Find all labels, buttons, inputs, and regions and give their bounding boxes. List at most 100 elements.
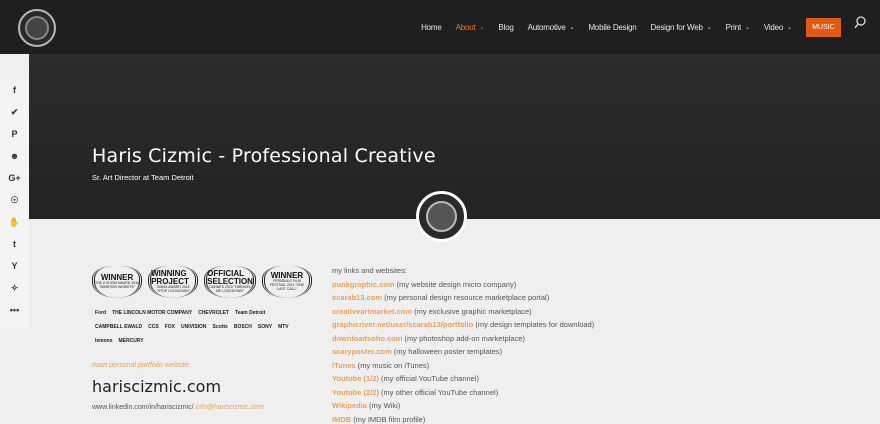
client-logo: Scotts — [212, 324, 228, 330]
social-share-sidebar: f ✔ P ☻ G+ ☉ ✋ t Y ✧ ••• — [0, 79, 29, 329]
link-row: IMDB (my IMDB film profile) — [332, 413, 594, 424]
twitter-icon[interactable]: ✔ — [0, 101, 29, 123]
website-link[interactable]: IMDB — [332, 415, 351, 424]
website-link[interactable]: iTunes — [332, 361, 356, 370]
website-link[interactable]: scarab13.com — [332, 293, 382, 302]
nav-item-label: Mobile Design — [588, 22, 637, 32]
award-laurels: WINNER THE 8 SHOW AWARD 2016 "WARRIOR WEB… — [92, 266, 313, 298]
nav-item-print[interactable]: Print ⌄ — [726, 23, 750, 32]
website-link[interactable]: downloadsoho.com — [332, 334, 402, 343]
nav-item-label: Blog — [498, 22, 514, 32]
website-link[interactable]: punkgraphic.com — [332, 280, 395, 289]
top-navigation-bar: Home About ⌄ Blog Automotive ⌄ Mobile Design De… — [0, 0, 880, 54]
website-link[interactable]: creativeartmarket.com — [332, 307, 412, 316]
client-logo: BOSCH — [233, 324, 252, 330]
nav-item-home[interactable]: Home — [421, 23, 442, 32]
link-row: Youtube (1/2) (my official YouTube chann… — [332, 372, 594, 386]
facebook-icon[interactable]: f — [0, 79, 29, 101]
website-link[interactable]: graphicriver.net/user/scarab13/portfolio — [332, 320, 473, 329]
award-laurel: WINNER FERNDALE FILM FESTIVAL 2011 "ONE L… — [261, 266, 313, 298]
client-logo: CCS — [148, 324, 159, 330]
award-title: OFFICIAL SELECTION — [207, 269, 253, 287]
portfolio-site-title[interactable]: hariscizmic.com — [92, 377, 221, 396]
link-row: graphicriver.net/user/scarab13/portfolio… — [332, 318, 594, 332]
link-row: punkgraphic.com (my website design micro… — [332, 278, 594, 292]
chevron-down-icon: ⌄ — [706, 24, 712, 31]
website-link[interactable]: Youtube (2/2) — [332, 388, 379, 397]
contact-line: www.linkedin.com/in/hariscizmic/ info@ha… — [92, 404, 264, 411]
nav-item-label: Design for Web — [650, 22, 703, 32]
link-description: (my official YouTube channel) — [378, 374, 480, 383]
client-logo: Team Detroit — [235, 310, 266, 316]
link-row: creativeartmarket.com (my exclusive grap… — [332, 305, 594, 319]
award-caption: THE 8 SHOW AWARD 2016 "WARRIOR WEBSITE" — [95, 281, 140, 289]
chevron-down-icon: ⌄ — [787, 24, 792, 31]
tumblr-icon[interactable]: t — [0, 233, 29, 255]
client-logos: Ford THE LINCOLN MOTOR COMPANY CHEVROLET Te… — [95, 310, 305, 346]
link-row: downloadsoho.com (my photoshop add-on ma… — [332, 332, 594, 346]
link-description: (my photoshop add-on marketplace) — [402, 333, 526, 343]
nav-item-mobile-design[interactable]: Mobile Design — [588, 23, 636, 32]
nav-item-video[interactable]: Video ⌄ — [764, 23, 792, 32]
google-plus-icon[interactable]: G+ — [0, 167, 29, 189]
client-logo: MTV — [278, 324, 289, 330]
link-description: (my exclusive graphic marketplace) — [412, 306, 532, 316]
hacker-icon[interactable]: ✋ — [0, 211, 29, 233]
client-logo: UNIVISION — [180, 324, 207, 330]
stumbleupon-icon[interactable]: ☉ — [0, 189, 29, 211]
client-logo: MERCURY — [118, 338, 144, 344]
reddit-icon[interactable]: ☻ — [0, 145, 29, 167]
client-logo: FOX — [164, 324, 175, 330]
nav-item-blog[interactable]: Blog — [498, 23, 513, 32]
award-laurel: OFFICIAL SELECTION CANNES 2010 "OBRADIŠ M… — [204, 266, 256, 298]
award-laurel: WINNER THE 8 SHOW AWARD 2016 "WARRIOR WEB… — [92, 266, 143, 298]
link-row: scaryposter.com (my halloween poster tem… — [332, 345, 594, 359]
award-title: WINNING PROJECT — [151, 269, 189, 287]
nav-item-about[interactable]: About ⌄ — [456, 23, 485, 32]
award-caption: OMMA AWARD 2016 "STOP LOCKDOWN" — [156, 285, 190, 293]
link-description: (my Wiki) — [366, 401, 401, 410]
nav-item-label: Print — [725, 22, 742, 32]
nav-item-automotive[interactable]: Automotive ⌄ — [528, 23, 575, 32]
website-link[interactable]: Youtube (1/2) — [332, 374, 379, 383]
link-description: (my website design micro company) — [394, 279, 517, 289]
client-logo: CAMPBELL EWALD — [95, 324, 143, 330]
nav-item-label: About — [455, 22, 476, 32]
links-list: my links and websites: punkgraphic.com (… — [332, 264, 594, 424]
website-link[interactable]: scaryposter.com — [332, 347, 392, 356]
chevron-down-icon: ⌄ — [745, 24, 750, 31]
client-logo: Ford — [95, 310, 107, 316]
client-logo: CHEVROLET — [198, 310, 230, 316]
page-subtitle: Sr. Art Director at Team Detroit — [92, 173, 194, 182]
nav-item-design-for-web[interactable]: Design for Web ⌄ — [651, 23, 712, 32]
linkedin-link[interactable]: www.linkedin.com/in/hariscizmic/ — [92, 404, 194, 411]
digg-icon[interactable]: ✧ — [0, 277, 29, 299]
logo-emblem — [25, 16, 49, 40]
client-logo: THE LINCOLN MOTOR COMPANY — [112, 310, 193, 316]
yummly-icon[interactable]: Y — [0, 255, 29, 277]
award-caption: CANNES 2010 "OBRADIŠ ME LOCKDOWN" — [209, 285, 251, 293]
website-link[interactable]: Wikipedia — [332, 401, 367, 410]
badge-emblem — [426, 201, 457, 232]
link-row: scarab13.com (my personal design resourc… — [332, 291, 594, 305]
client-logo: SONY — [257, 324, 273, 330]
portfolio-label: main personal portfolio website: — [92, 362, 191, 369]
nav-item-label: Home — [421, 22, 442, 32]
link-description: (my personal design resource marketplace… — [382, 293, 550, 302]
award-caption: FERNDALE FILM FESTIVAL 2011 "ONE LAST CA… — [269, 279, 305, 291]
link-description: (my music on iTunes) — [355, 360, 430, 370]
link-description: (my other official YouTube channel) — [378, 387, 499, 397]
link-description: (my IMDB film profile) — [351, 414, 426, 424]
pinterest-icon[interactable]: P — [0, 123, 29, 145]
more-icon[interactable]: ••• — [0, 299, 29, 321]
link-row: iTunes (my music on iTunes) — [332, 359, 594, 373]
music-button[interactable]: MUSIC — [806, 18, 841, 37]
site-logo[interactable] — [18, 9, 56, 47]
nav-item-label: Video — [763, 22, 784, 32]
main-menu: Home About ⌄ Blog Automotive ⌄ Mobile Design De… — [407, 0, 792, 54]
link-row: Youtube (2/2) (my other official YouTube… — [332, 386, 594, 400]
link-description: (my design templates for download) — [473, 320, 595, 329]
page-title: Haris Cizmic - Professional Creative — [92, 145, 436, 167]
email-link[interactable]: info@hariscizmic.com — [195, 404, 263, 411]
search-icon[interactable] — [854, 16, 866, 30]
